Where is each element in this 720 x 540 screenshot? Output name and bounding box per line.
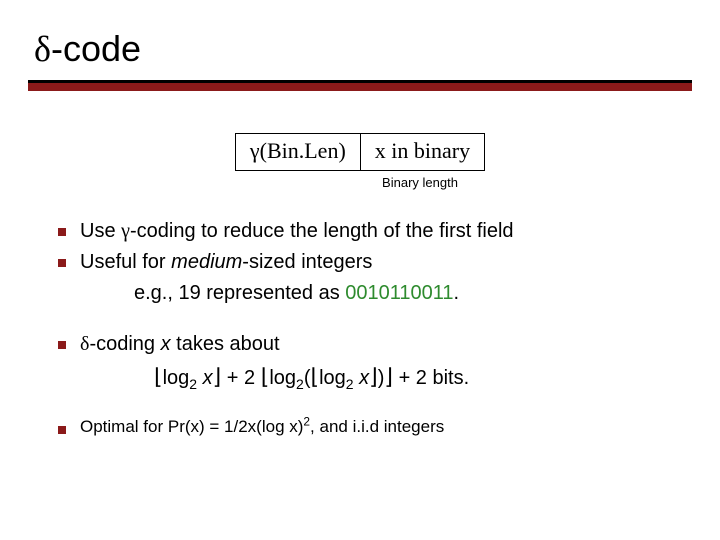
- slide-title: δ-code: [0, 0, 720, 76]
- title-underline: [28, 80, 692, 91]
- cell-x-binary: x in binary: [360, 134, 484, 171]
- bullet-icon: [58, 228, 66, 236]
- delta-symbol: δ: [34, 29, 51, 69]
- bullet-icon: [58, 259, 66, 267]
- cell-gamma-binlen: γ(Bin.Len): [235, 134, 360, 171]
- b1-post: -coding to reduce the length of the firs…: [130, 220, 514, 242]
- formula-line: ⌊log2 x⌋ + 2 ⌊log2(⌊log2 x⌋)⌋ + 2 bits.: [154, 362, 666, 392]
- b2sub-code: 0010110011: [345, 282, 453, 304]
- bullet-1: Use γ-coding to reduce the length of the…: [54, 218, 666, 245]
- table-caption: Binary length: [120, 175, 720, 190]
- b1-gamma: γ: [121, 220, 130, 242]
- bullet-2-sub: e.g., 19 represented as 0010110011.: [134, 280, 666, 307]
- b2sub-pre: e.g., 19 represented as: [134, 282, 345, 304]
- gamma-symbol: γ: [250, 138, 260, 163]
- bullet-4: Optimal for Pr(x) = 1/2x(log x)2, and i.…: [54, 416, 666, 439]
- bullet-3: δ-coding x takes about: [54, 331, 666, 358]
- b2-italic: medium: [171, 251, 242, 273]
- b4-post: , and i.i.d integers: [310, 417, 444, 436]
- table-row: γ(Bin.Len) x in binary: [235, 134, 484, 171]
- slide-body: Use γ-coding to reduce the length of the…: [0, 218, 720, 439]
- b1-pre: Use: [80, 220, 121, 242]
- bullet-icon: [58, 341, 66, 349]
- bullet-icon: [58, 426, 66, 434]
- cell1-text: (Bin.Len): [260, 138, 346, 163]
- encoding-table-wrap: γ(Bin.Len) x in binary Binary length: [0, 133, 720, 190]
- encoding-table: γ(Bin.Len) x in binary: [235, 133, 485, 171]
- b3-post1: -coding: [89, 333, 160, 355]
- b4-pre: Optimal for Pr(x) = 1/2x(log x): [80, 417, 303, 436]
- bullet-2: Useful for medium-sized integers: [54, 249, 666, 276]
- b2-post: -sized integers: [242, 251, 372, 273]
- slide: δ-code γ(Bin.Len) x in binary Binary len…: [0, 0, 720, 540]
- title-text: -code: [51, 28, 141, 69]
- b3-x: x: [161, 333, 171, 355]
- b2sub-post: .: [454, 282, 460, 304]
- b2-pre: Useful for: [80, 251, 171, 273]
- b3-post2: takes about: [171, 333, 280, 355]
